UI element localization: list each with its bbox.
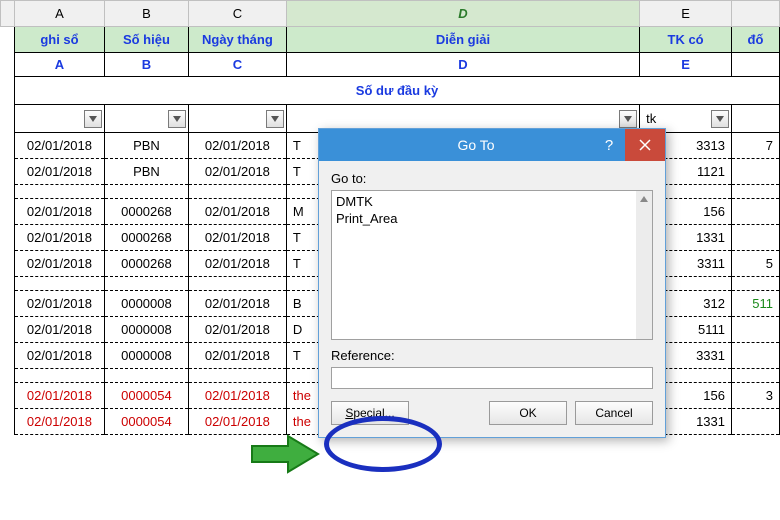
ok-button[interactable]: OK <box>489 401 567 425</box>
list-item[interactable]: Print_Area <box>336 210 648 227</box>
header-ghi-so: ghi sổ <box>14 27 104 53</box>
header-so-hieu: Số hiệu <box>104 27 188 53</box>
col-header-B[interactable]: B <box>104 1 188 27</box>
col-header-D[interactable]: D <box>286 1 639 27</box>
header-row-2: A B C D E <box>1 53 780 77</box>
dialog-title: Go To <box>319 137 593 153</box>
col-header-C[interactable]: C <box>188 1 286 27</box>
arrow-annotation-icon <box>250 434 320 477</box>
header-dien-giai: Diễn giải <box>286 27 639 53</box>
column-headers-row: A B C D E <box>1 1 780 27</box>
special-button[interactable]: SSpecial...pecial... <box>331 401 409 425</box>
goto-label: Go to: <box>331 171 653 186</box>
reference-input[interactable] <box>331 367 653 389</box>
filter-dropdown-C[interactable] <box>266 110 284 128</box>
reference-label: Reference: <box>331 348 653 363</box>
goto-listbox[interactable]: DMTK Print_Area <box>331 190 653 340</box>
dialog-titlebar[interactable]: Go To ? <box>319 129 665 161</box>
header-ngay-thang: Ngày tháng <box>188 27 286 53</box>
filter-dropdown-D[interactable] <box>619 110 637 128</box>
goto-dialog: Go To ? Go to: DMTK Print_Area Reference… <box>318 128 666 438</box>
listbox-scrollbar[interactable] <box>636 191 652 339</box>
filter-dropdown-B[interactable] <box>168 110 186 128</box>
subtitle: Số dư đầu kỳ <box>14 77 779 105</box>
filter-text-E: tk <box>642 111 711 126</box>
cancel-button[interactable]: Cancel <box>575 401 653 425</box>
header-do: đố <box>732 27 780 53</box>
close-button[interactable] <box>625 129 665 161</box>
col-header-A[interactable]: A <box>14 1 104 27</box>
scroll-up-icon[interactable] <box>636 191 652 207</box>
list-item[interactable]: DMTK <box>336 193 648 210</box>
help-button[interactable]: ? <box>593 137 625 154</box>
header-row-1: ghi sổ Số hiệu Ngày tháng Diễn giải TK c… <box>1 27 780 53</box>
col-header-E[interactable]: E <box>640 1 732 27</box>
filter-dropdown-E[interactable] <box>711 110 729 128</box>
filter-dropdown-A[interactable] <box>84 110 102 128</box>
header-tk-co: TK có <box>640 27 732 53</box>
